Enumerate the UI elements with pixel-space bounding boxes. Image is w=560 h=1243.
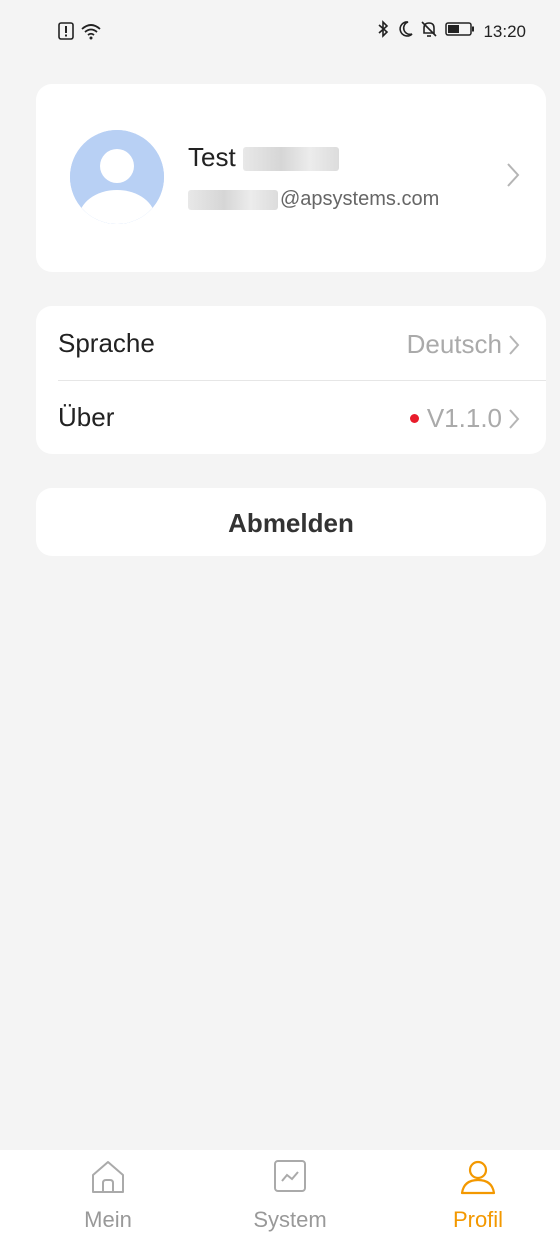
status-bar: 13:20: [0, 0, 560, 62]
tab-profil[interactable]: Profil: [418, 1158, 538, 1233]
chart-icon: [270, 1160, 310, 1200]
person-icon: [458, 1160, 498, 1200]
sim-alert-icon: [58, 22, 74, 45]
wifi-icon: [80, 22, 102, 45]
language-row[interactable]: Sprache Deutsch: [36, 306, 546, 381]
logout-label: Abmelden: [228, 508, 354, 538]
bottom-tab-bar: Mein System Profil: [0, 1150, 560, 1243]
tab-system-label: System: [253, 1207, 327, 1232]
version-text: V1.1.0: [426, 403, 502, 433]
update-dot: [409, 414, 419, 423]
user-email: @apsystems.com: [188, 188, 439, 211]
status-left: [58, 22, 102, 45]
status-right: 13:20: [377, 20, 526, 43]
user-email-suffix: @apsystems.com: [280, 188, 440, 210]
moon-icon: [397, 20, 414, 43]
redacted-name: [242, 147, 339, 172]
chevron-right-icon: [508, 334, 520, 361]
user-avatar-icon: [70, 130, 164, 224]
tab-mein[interactable]: Mein: [48, 1158, 168, 1233]
tab-system[interactable]: System: [230, 1158, 350, 1233]
language-label: Sprache: [58, 328, 155, 358]
bluetooth-icon: [377, 20, 389, 43]
language-value: Deutsch: [406, 329, 502, 359]
battery-icon: [445, 21, 475, 42]
home-icon: [88, 1161, 128, 1200]
settings-card: Sprache Deutsch Über V1.1.0: [36, 306, 546, 454]
user-name-text: Test: [188, 142, 236, 172]
chevron-right-icon: [508, 408, 520, 435]
logout-button[interactable]: Abmelden: [36, 488, 546, 556]
redacted-email: [188, 189, 278, 210]
chevron-right-icon: [506, 162, 520, 193]
tab-profil-label: Profil: [452, 1207, 504, 1232]
tab-mein-label: Mein: [84, 1207, 132, 1232]
status-time: 13:20: [483, 21, 526, 41]
about-row[interactable]: Über V1.1.0: [36, 380, 546, 454]
about-value: V1.1.0: [409, 403, 502, 434]
bell-off-icon: [421, 20, 438, 43]
profile-card[interactable]: Test @apsystems.com: [36, 84, 546, 272]
user-name: Test: [188, 142, 339, 173]
about-label: Über: [58, 402, 115, 432]
